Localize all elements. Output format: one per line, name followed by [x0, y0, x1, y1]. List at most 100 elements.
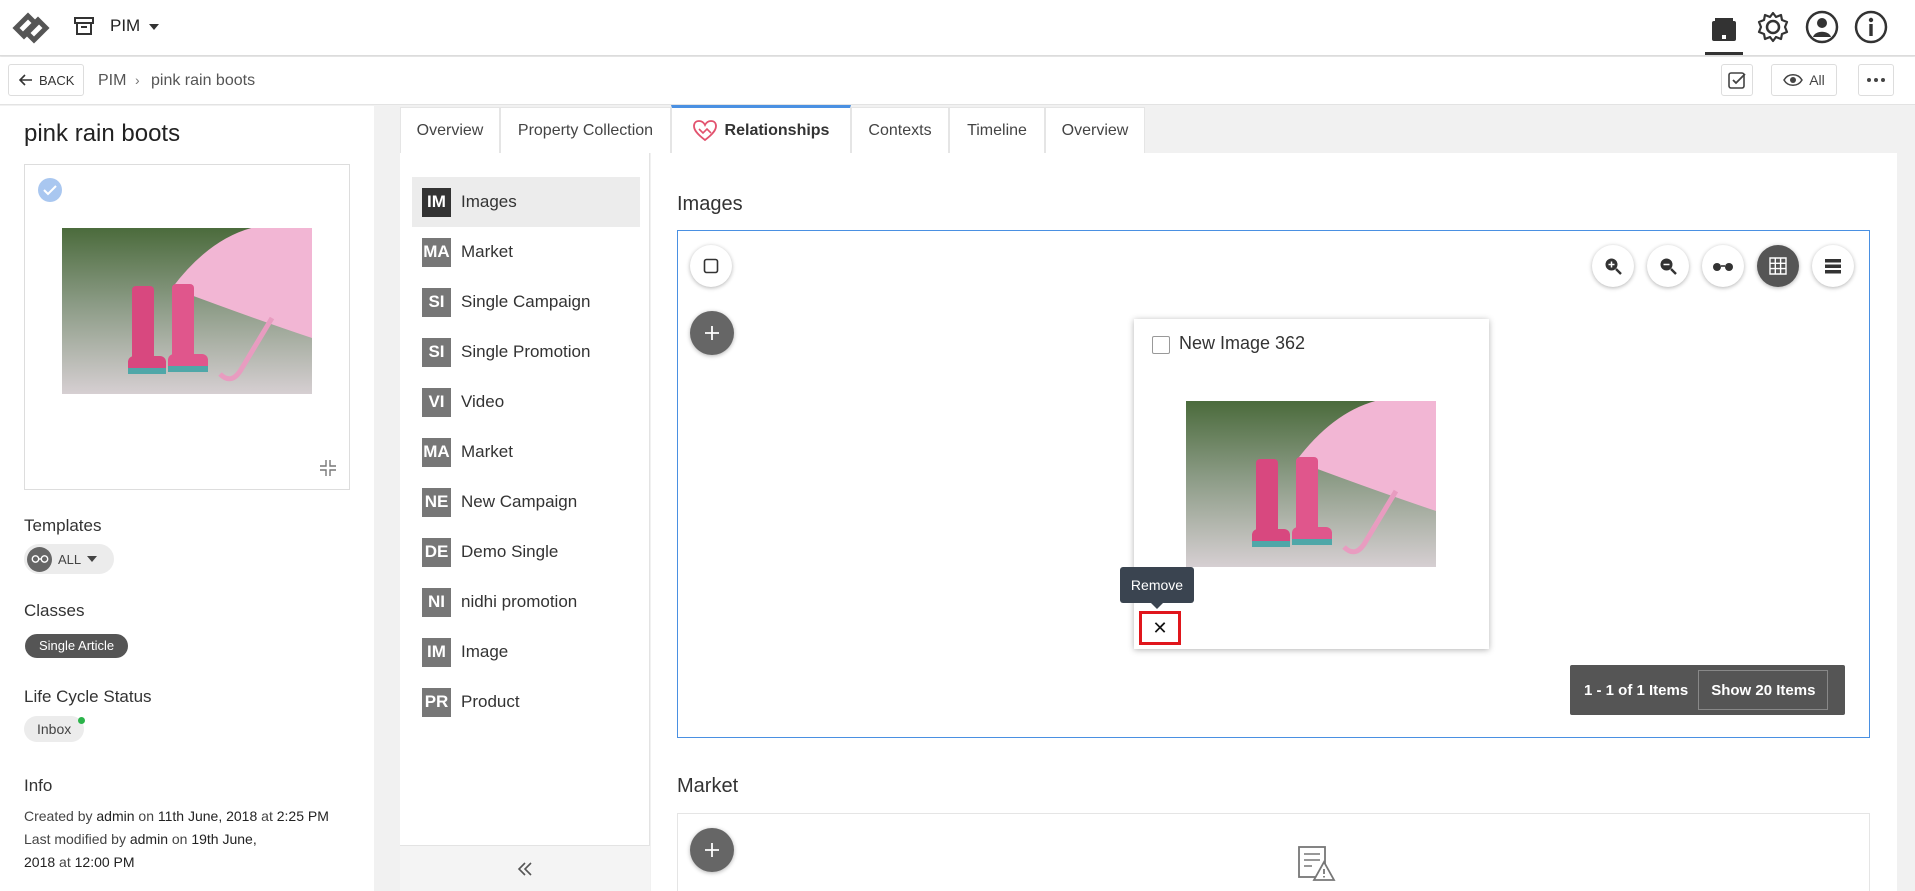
status-badge[interactable]: Inbox	[24, 716, 85, 742]
zoom-out-icon	[1660, 258, 1677, 275]
eye-icon	[1783, 74, 1804, 86]
more-horizontal-icon	[1867, 78, 1885, 82]
modified-time: 12:00 PM	[74, 854, 135, 870]
item-details-panel: pink rain boots Templates ALL Classes Si…	[0, 106, 374, 891]
images-section-title: Images	[677, 193, 743, 215]
relationship-item-new-campaign[interactable]: NE New Campaign	[412, 477, 640, 527]
tab-label: Timeline	[967, 121, 1027, 139]
breadcrumb-item-pim[interactable]: PIM	[98, 72, 126, 90]
card-checkbox[interactable]	[1152, 336, 1170, 354]
breadcrumb-separator: ›	[135, 72, 140, 88]
created-by: admin	[96, 808, 135, 824]
tab-relationships[interactable]: Relationships	[671, 105, 851, 153]
user-icon[interactable]	[1803, 8, 1841, 46]
remove-button[interactable]: ✕	[1139, 611, 1181, 645]
zoom-in-button[interactable]	[1592, 245, 1634, 287]
card-title[interactable]: New Image 362	[1179, 333, 1305, 354]
preview-button[interactable]	[1702, 245, 1744, 287]
relationship-item-single-promotion[interactable]: SI Single Promotion	[412, 327, 640, 377]
relationship-item-market[interactable]: MA Market	[412, 227, 640, 277]
archive-icon[interactable]	[72, 14, 96, 38]
relationship-badge: IM	[422, 187, 451, 217]
tab-label: Contexts	[868, 121, 932, 139]
relationship-label: Demo Single	[461, 542, 559, 561]
relationship-badge: NE	[422, 487, 451, 517]
list-view-button[interactable]	[1812, 245, 1854, 287]
created-on-word: on	[138, 808, 154, 824]
status-indicator-dot	[78, 717, 85, 724]
zoom-out-button[interactable]	[1647, 245, 1689, 287]
relationship-item-video[interactable]: VI Video	[412, 377, 640, 427]
relationship-item-nidhi-promotion[interactable]: NI nidhi promotion	[412, 577, 640, 627]
relationship-content: Images New Image 362 Remove ✕ 1 - 1 of 1…	[651, 153, 1897, 891]
glasses-icon	[27, 546, 52, 572]
relationship-badge: NI	[422, 587, 451, 617]
tab-label: Relationships	[724, 121, 830, 139]
class-tag[interactable]: Single Article	[25, 634, 129, 658]
templates-label: Templates	[24, 516, 102, 535]
selected-check-icon[interactable]	[38, 178, 62, 202]
relationship-label: Single Promotion	[461, 342, 591, 361]
images-section: New Image 362 Remove ✕ 1 - 1 of 1 Items …	[677, 230, 1870, 738]
relationships-heart-icon	[692, 119, 717, 141]
inbox-icon[interactable]	[1705, 8, 1743, 55]
checkbox-icon	[703, 258, 719, 274]
relationship-item-product[interactable]: PR Product	[412, 677, 640, 727]
relationship-label: Image	[461, 642, 509, 661]
relationship-badge: IM	[422, 637, 451, 667]
select-all-button[interactable]	[690, 245, 732, 287]
grid-view-button[interactable]	[1757, 245, 1799, 287]
collapse-icon[interactable]	[319, 459, 337, 477]
relationship-list: IM Images MA Market SI Single Campaign SI Si…	[400, 153, 650, 891]
gear-icon[interactable]	[1754, 8, 1792, 46]
plus-icon	[705, 326, 719, 340]
relationship-label: nidhi promotion	[461, 592, 578, 611]
more-options-button[interactable]	[1858, 64, 1894, 96]
view-filter-button[interactable]: All	[1771, 64, 1837, 96]
modified-on-word: on	[171, 831, 188, 847]
relationship-item-image[interactable]: IM Image	[412, 627, 640, 677]
collapse-panel-button[interactable]	[400, 845, 650, 891]
tab-contexts[interactable]: Contexts	[851, 107, 949, 153]
image-card[interactable]: New Image 362 Remove ✕	[1120, 319, 1489, 649]
tab-overview-2[interactable]: Overview	[1045, 107, 1145, 153]
tab-label: Property Collection	[517, 121, 654, 139]
modified-info: Last modified by admin on 19th June,	[24, 831, 257, 847]
templates-dropdown[interactable]: ALL	[24, 544, 114, 574]
templates-value: ALL	[58, 551, 82, 567]
tab-property-collection[interactable]: Property Collection	[500, 107, 671, 153]
app-switcher-label[interactable]: PIM	[110, 16, 140, 36]
plus-icon	[705, 843, 719, 857]
item-thumbnail-box	[24, 164, 350, 490]
tab-overview[interactable]: Overview	[400, 107, 500, 153]
info-label: Info	[24, 776, 53, 795]
add-image-button[interactable]	[690, 311, 734, 355]
double-chevron-left-icon	[517, 861, 532, 876]
tab-strip: Overview Property Collection Relationshi…	[400, 105, 1897, 153]
tab-timeline[interactable]: Timeline	[949, 107, 1045, 153]
item-thumbnail-image[interactable]	[62, 228, 312, 394]
created-info: Created by admin on 11th June, 2018 at 2…	[24, 808, 329, 824]
caret-down-icon[interactable]	[148, 22, 160, 32]
top-bar: PIM	[0, 0, 1915, 56]
relationship-item-market-2[interactable]: MA Market	[412, 427, 640, 477]
verify-button[interactable]	[1721, 64, 1753, 96]
card-image[interactable]	[1186, 401, 1436, 567]
tab-label: Overview	[1061, 121, 1129, 139]
add-market-button[interactable]	[690, 828, 734, 872]
relationship-item-images[interactable]: IM Images	[412, 177, 640, 227]
logo[interactable]	[8, 8, 52, 44]
item-title: pink rain boots	[24, 120, 181, 147]
created-at-word: at	[261, 808, 273, 824]
back-button[interactable]: BACK	[8, 64, 84, 96]
modified-at-word: at	[59, 854, 71, 870]
relationship-label: New Campaign	[461, 492, 578, 511]
info-icon[interactable]	[1852, 8, 1890, 46]
market-section	[677, 813, 1870, 891]
view-filter-label: All	[1809, 72, 1825, 88]
relationship-item-demo-single[interactable]: DE Demo Single	[412, 527, 640, 577]
relationship-badge: PR	[422, 687, 451, 717]
relationship-item-single-campaign[interactable]: SI Single Campaign	[412, 277, 640, 327]
caret-down-icon	[87, 556, 98, 562]
page-size-button[interactable]: Show 20 Items	[1698, 670, 1829, 710]
